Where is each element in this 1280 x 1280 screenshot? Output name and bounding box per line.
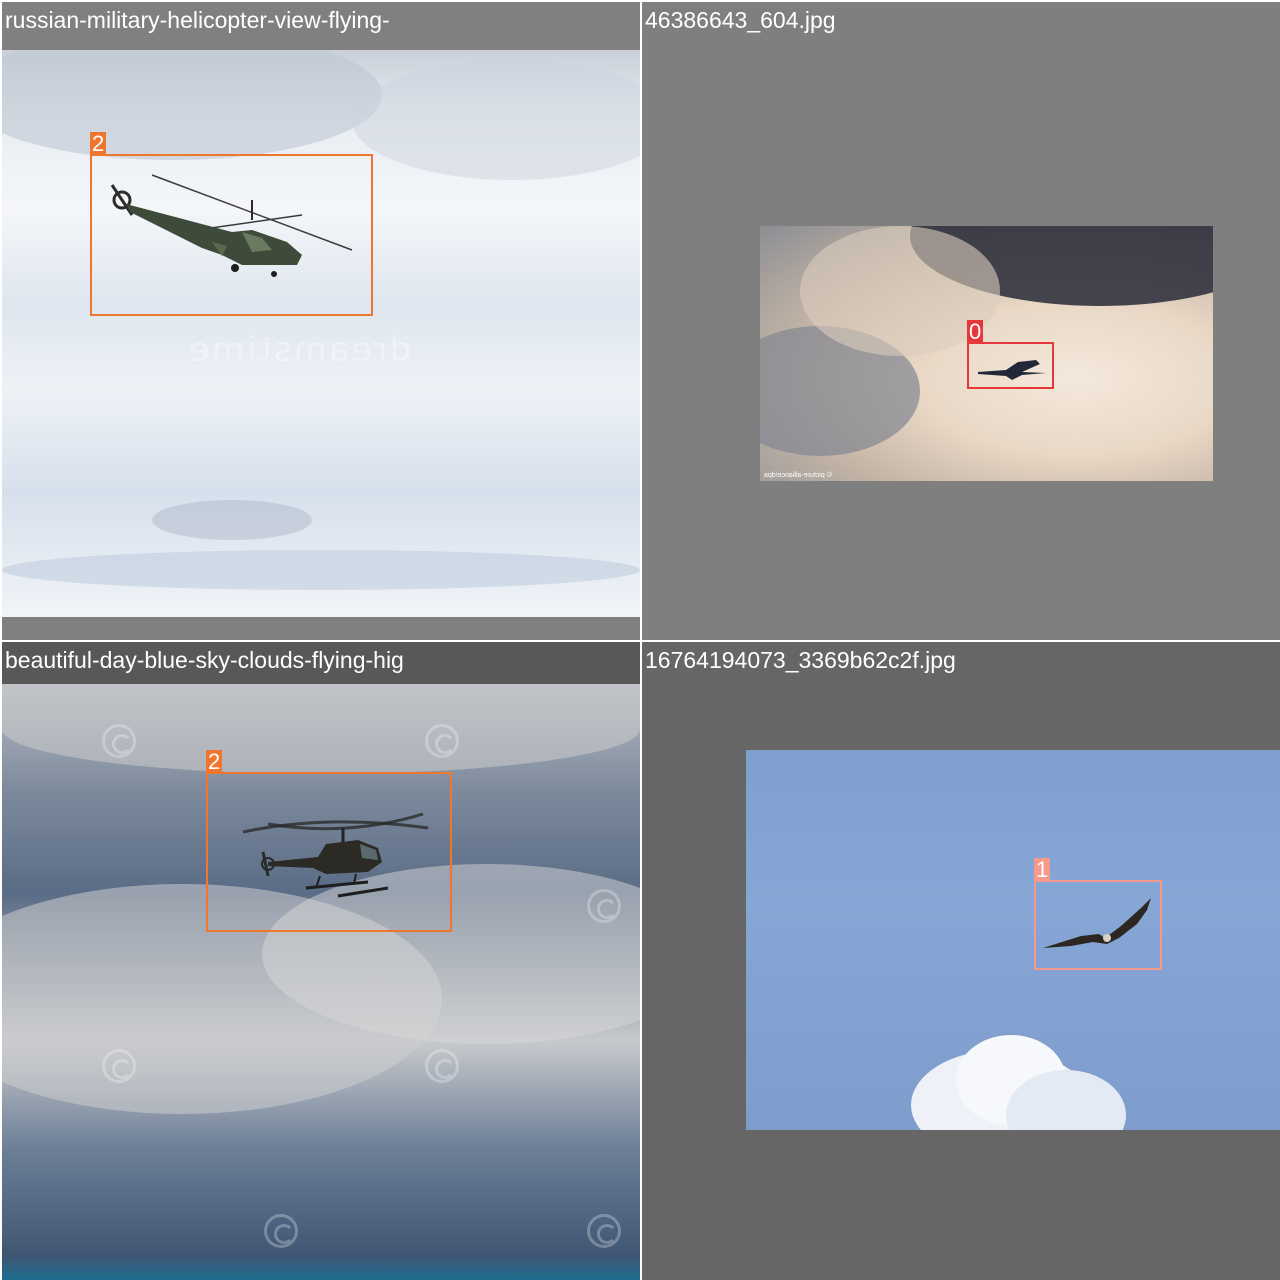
- bounding-box[interactable]: [1034, 880, 1162, 970]
- detection-mosaic: russian-military-helicopter-view-flying-…: [0, 0, 1280, 1280]
- bounding-box[interactable]: [967, 342, 1054, 389]
- cloud-shape: [2, 50, 382, 160]
- cloud-shape: [2, 550, 640, 590]
- watermark-text: dreamstime: [187, 330, 412, 370]
- class-label: 1: [1034, 857, 1051, 882]
- tile-military-helicopter[interactable]: russian-military-helicopter-view-flying-…: [2, 2, 640, 640]
- class-label: 0: [967, 319, 984, 344]
- watermark-logo: [425, 1049, 459, 1083]
- tile-title: russian-military-helicopter-view-flying-: [5, 7, 390, 33]
- class-label: 2: [90, 131, 107, 156]
- watermark-logo: [102, 724, 136, 758]
- tile-airliner[interactable]: 46386643_604.jpg © picture-alliance/dpa …: [642, 2, 1280, 640]
- cloud-shape: [2, 684, 640, 774]
- watermark-logo: [587, 889, 621, 923]
- watermark-logo: [102, 1049, 136, 1083]
- tile-bird[interactable]: 16764194073_3369b62c2f.jpg 1: [642, 642, 1280, 1280]
- watermark-logo: [587, 1214, 621, 1248]
- watermark-logo: [264, 1214, 298, 1248]
- tile-photo: [746, 750, 1280, 1130]
- photo-credit: © picture-alliance/dpa: [764, 472, 832, 479]
- tile-title: 46386643_604.jpg: [645, 7, 836, 33]
- cloud-shape: [152, 500, 312, 540]
- cloud-shape: [352, 60, 640, 180]
- tile-title: beautiful-day-blue-sky-clouds-flying-hig: [5, 647, 404, 673]
- watermark-logo: [425, 724, 459, 758]
- tile-title: 16764194073_3369b62c2f.jpg: [645, 647, 956, 673]
- bounding-box[interactable]: [206, 772, 452, 932]
- bounding-box[interactable]: [90, 154, 373, 316]
- tile-helicopter-clouds[interactable]: beautiful-day-blue-sky-clouds-flying-hig: [2, 642, 640, 1280]
- class-label: 2: [206, 749, 223, 774]
